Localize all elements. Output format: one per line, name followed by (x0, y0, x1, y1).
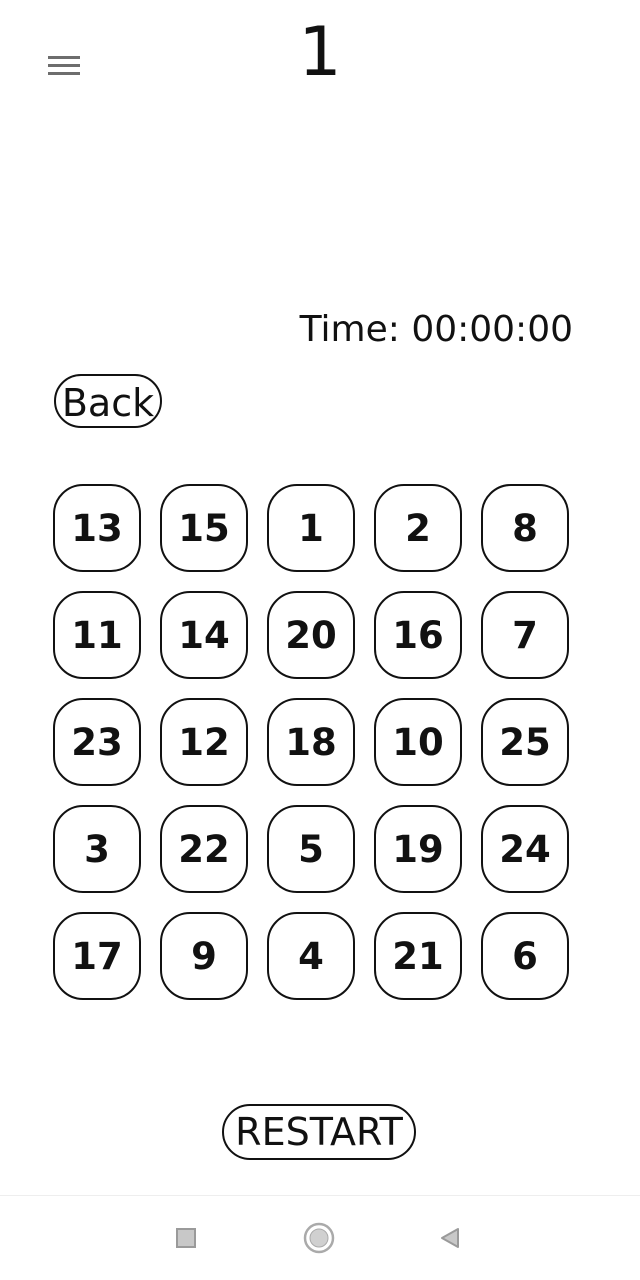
grid-tile[interactable]: 3 (53, 805, 141, 893)
grid-tile[interactable]: 1 (267, 484, 355, 572)
timer-text: Time: 00:00:00 (299, 309, 573, 350)
grid-tile[interactable]: 2 (374, 484, 462, 572)
grid-tile[interactable]: 16 (374, 591, 462, 679)
number-grid: 13 15 1 2 8 11 14 20 16 7 23 12 18 10 25… (53, 484, 573, 1000)
grid-tile[interactable]: 17 (53, 912, 141, 1000)
grid-tile[interactable]: 4 (267, 912, 355, 1000)
grid-tile[interactable]: 13 (53, 484, 141, 572)
square-recents-icon[interactable] (164, 1216, 208, 1260)
app-screen: 1 Time: 00:00:00 Back 13 15 1 2 8 11 14 … (0, 0, 640, 1280)
grid-tile[interactable]: 20 (267, 591, 355, 679)
grid-tile[interactable]: 7 (481, 591, 569, 679)
grid-tile[interactable]: 11 (53, 591, 141, 679)
grid-tile[interactable]: 9 (160, 912, 248, 1000)
triangle-back-icon[interactable] (428, 1216, 472, 1260)
grid-tile[interactable]: 18 (267, 698, 355, 786)
grid-tile[interactable]: 22 (160, 805, 248, 893)
grid-tile[interactable]: 5 (267, 805, 355, 893)
grid-tile[interactable]: 19 (374, 805, 462, 893)
grid-tile[interactable]: 15 (160, 484, 248, 572)
grid-tile[interactable]: 14 (160, 591, 248, 679)
restart-button[interactable]: RESTART (222, 1104, 416, 1160)
grid-tile[interactable]: 8 (481, 484, 569, 572)
system-nav-bar (0, 1195, 640, 1280)
grid-tile[interactable]: 12 (160, 698, 248, 786)
circle-home-icon[interactable] (297, 1216, 341, 1260)
grid-tile[interactable]: 23 (53, 698, 141, 786)
grid-tile[interactable]: 24 (481, 805, 569, 893)
back-button[interactable]: Back (54, 374, 162, 428)
page-title: 1 (298, 13, 342, 92)
grid-tile[interactable]: 6 (481, 912, 569, 1000)
grid-tile[interactable]: 10 (374, 698, 462, 786)
grid-tile[interactable]: 21 (374, 912, 462, 1000)
grid-tile[interactable]: 25 (481, 698, 569, 786)
